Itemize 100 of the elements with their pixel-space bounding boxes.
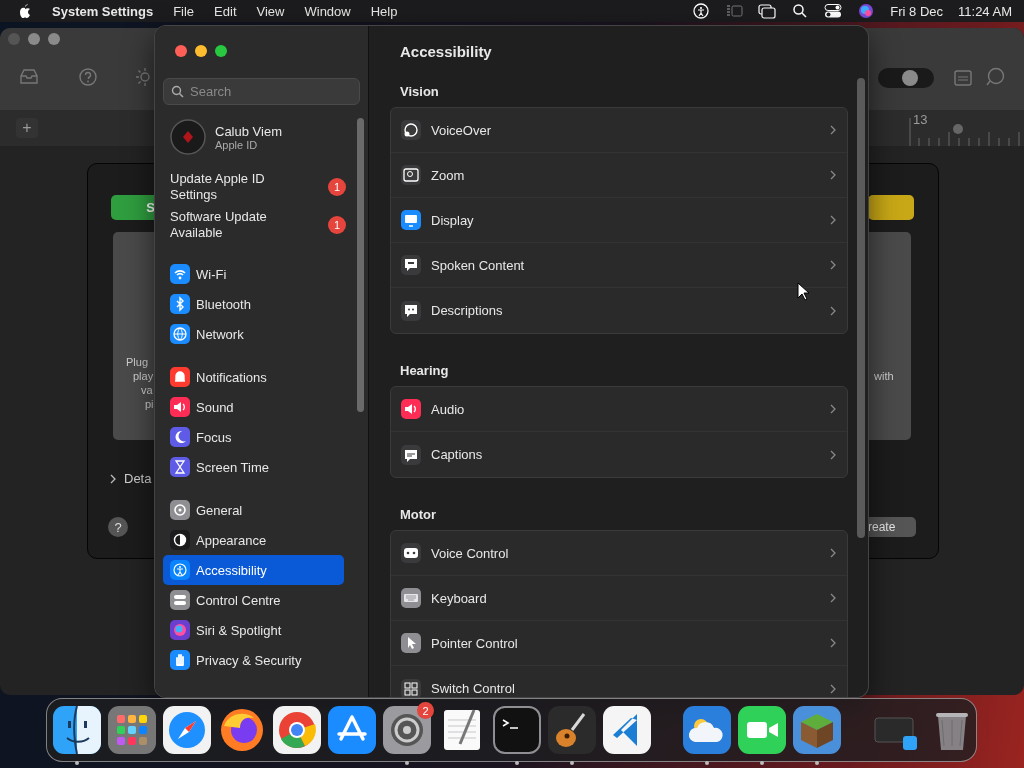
panel-text: with	[874, 370, 894, 382]
chevron-icon	[829, 125, 837, 135]
settings-row[interactable]: Zoom	[391, 153, 847, 198]
settings-row[interactable]: VoiceOver	[391, 108, 847, 153]
windows-icon[interactable]	[758, 3, 777, 19]
section-title: Motor	[400, 507, 437, 522]
settings-row[interactable]: Descriptions	[391, 288, 847, 333]
grass-block-icon[interactable]	[793, 706, 841, 754]
apple-logo-icon[interactable]	[18, 3, 32, 19]
chevron-icon	[829, 260, 837, 270]
menu-item[interactable]: File	[173, 3, 195, 19]
search-field[interactable]: Search	[163, 78, 360, 105]
compass-icon[interactable]	[163, 706, 211, 754]
chevron-icon	[829, 404, 837, 414]
panel-text: pi	[145, 398, 154, 410]
control-centre-icon[interactable]	[824, 3, 843, 19]
menu-item[interactable]: Window	[304, 3, 351, 19]
gear-icon[interactable]	[383, 706, 431, 754]
date-text[interactable]: Fri 8 Dec	[890, 3, 944, 19]
disclosure-icon[interactable]	[110, 473, 116, 484]
hourglass-icon	[170, 457, 190, 477]
add-button[interactable]: +	[16, 118, 38, 138]
settings-row[interactable]: Pointer Control	[391, 621, 847, 666]
sidebar-item[interactable]: Wi-Fi	[163, 259, 344, 289]
accessibility-icon	[170, 560, 190, 580]
speaker-icon	[401, 399, 421, 419]
chevron-icon	[829, 215, 837, 225]
clock-text[interactable]: 11:24 AM	[958, 3, 1012, 19]
action-button[interactable]	[868, 195, 914, 220]
settings-row[interactable]: Keyboard	[391, 576, 847, 621]
settings-row[interactable]: Audio	[391, 387, 847, 432]
sidebar-item[interactable]: Privacy & Security	[163, 645, 344, 675]
settings-row[interactable]: Display	[391, 198, 847, 243]
menu-item[interactable]: View	[256, 3, 285, 19]
toggles-icon	[170, 590, 190, 610]
menu-item[interactable]: Edit	[214, 3, 237, 19]
moon-icon	[170, 427, 190, 447]
panel-text: play	[133, 370, 154, 382]
sidebar-item[interactable]: Accessibility	[163, 555, 344, 585]
settings-row[interactable]: Voice Control	[391, 531, 847, 576]
account-subtitle: Apple ID	[215, 138, 259, 151]
panel-text: Plug	[126, 356, 149, 368]
video-camera-icon[interactable]	[738, 706, 786, 754]
terminal-icon[interactable]	[493, 706, 541, 754]
ring-icon[interactable]	[273, 706, 321, 754]
keyboard-icon	[401, 588, 421, 608]
chevron-icon	[829, 305, 837, 316]
settings-row[interactable]: Captions	[391, 432, 847, 477]
comment-icon[interactable]	[984, 66, 1006, 88]
details-label[interactable]: Deta	[124, 471, 152, 486]
app-name-menu[interactable]: System Settings	[52, 3, 154, 19]
count-badge: 2	[417, 702, 434, 719]
letter-a-icon[interactable]	[328, 706, 376, 754]
chevron-icon	[829, 170, 837, 180]
sidebar-item[interactable]: Focus	[163, 422, 344, 452]
ruler-number: 13	[913, 112, 928, 127]
accessibility-icon[interactable]	[692, 3, 711, 19]
page-title: Accessibility	[400, 42, 492, 60]
chevron-icon	[829, 683, 837, 694]
alert-item[interactable]: Software Update Available	[170, 209, 302, 241]
toggle-switch[interactable]	[878, 68, 934, 88]
avatar-icon[interactable]	[170, 119, 206, 155]
chevron-icon	[829, 638, 837, 648]
sidebar-item[interactable]: Bluetooth	[163, 289, 344, 319]
sidebar-item[interactable]: Screen Time	[163, 452, 344, 482]
mouse-pointer-icon	[797, 282, 811, 302]
app-grid-icon[interactable]	[108, 706, 156, 754]
orb-icon	[170, 620, 190, 640]
chevron-icon	[829, 449, 837, 460]
help-icon[interactable]	[77, 66, 99, 88]
gear-icon	[170, 500, 190, 520]
panel-text: va	[141, 384, 153, 396]
sidebar-item[interactable]: Sound	[163, 392, 344, 422]
account-name[interactable]: Calub Viem	[215, 123, 282, 139]
sidebar-item[interactable]: Notifications	[163, 362, 344, 392]
menu-item[interactable]: Help	[370, 3, 398, 19]
sidebar-item[interactable]: Appearance	[163, 525, 344, 555]
alert-item[interactable]: Update Apple ID Settings	[170, 171, 302, 203]
sidebar-item[interactable]: General	[163, 495, 344, 525]
settings-row[interactable]: Switch Control	[391, 666, 847, 697]
monitor-icon	[401, 210, 421, 230]
guitar-icon[interactable]	[548, 706, 596, 754]
sidebar-window-icon[interactable]	[725, 3, 744, 19]
scrollbar[interactable]	[857, 78, 865, 538]
chevron-icon	[829, 593, 837, 603]
scrollbar[interactable]	[357, 118, 364, 412]
window-controls-icon[interactable]	[175, 44, 227, 58]
settings-row[interactable]: Spoken Content	[391, 243, 847, 288]
gamepad-icon	[401, 543, 421, 563]
caption-bubble-icon	[401, 444, 421, 465]
magnifier-box-icon	[401, 165, 421, 185]
orb-icon[interactable]	[857, 3, 876, 19]
sidebar-item[interactable]: Network	[163, 319, 344, 349]
sidebar-item[interactable]: Siri & Spotlight	[163, 615, 344, 645]
cloud-icon[interactable]	[683, 706, 731, 754]
section-title: Hearing	[400, 363, 449, 378]
section-title: Vision	[400, 84, 439, 99]
sidebar-item[interactable]: Control Centre	[163, 585, 344, 615]
smiling-face-icon[interactable]	[53, 706, 101, 754]
chevron-icon	[829, 548, 837, 558]
